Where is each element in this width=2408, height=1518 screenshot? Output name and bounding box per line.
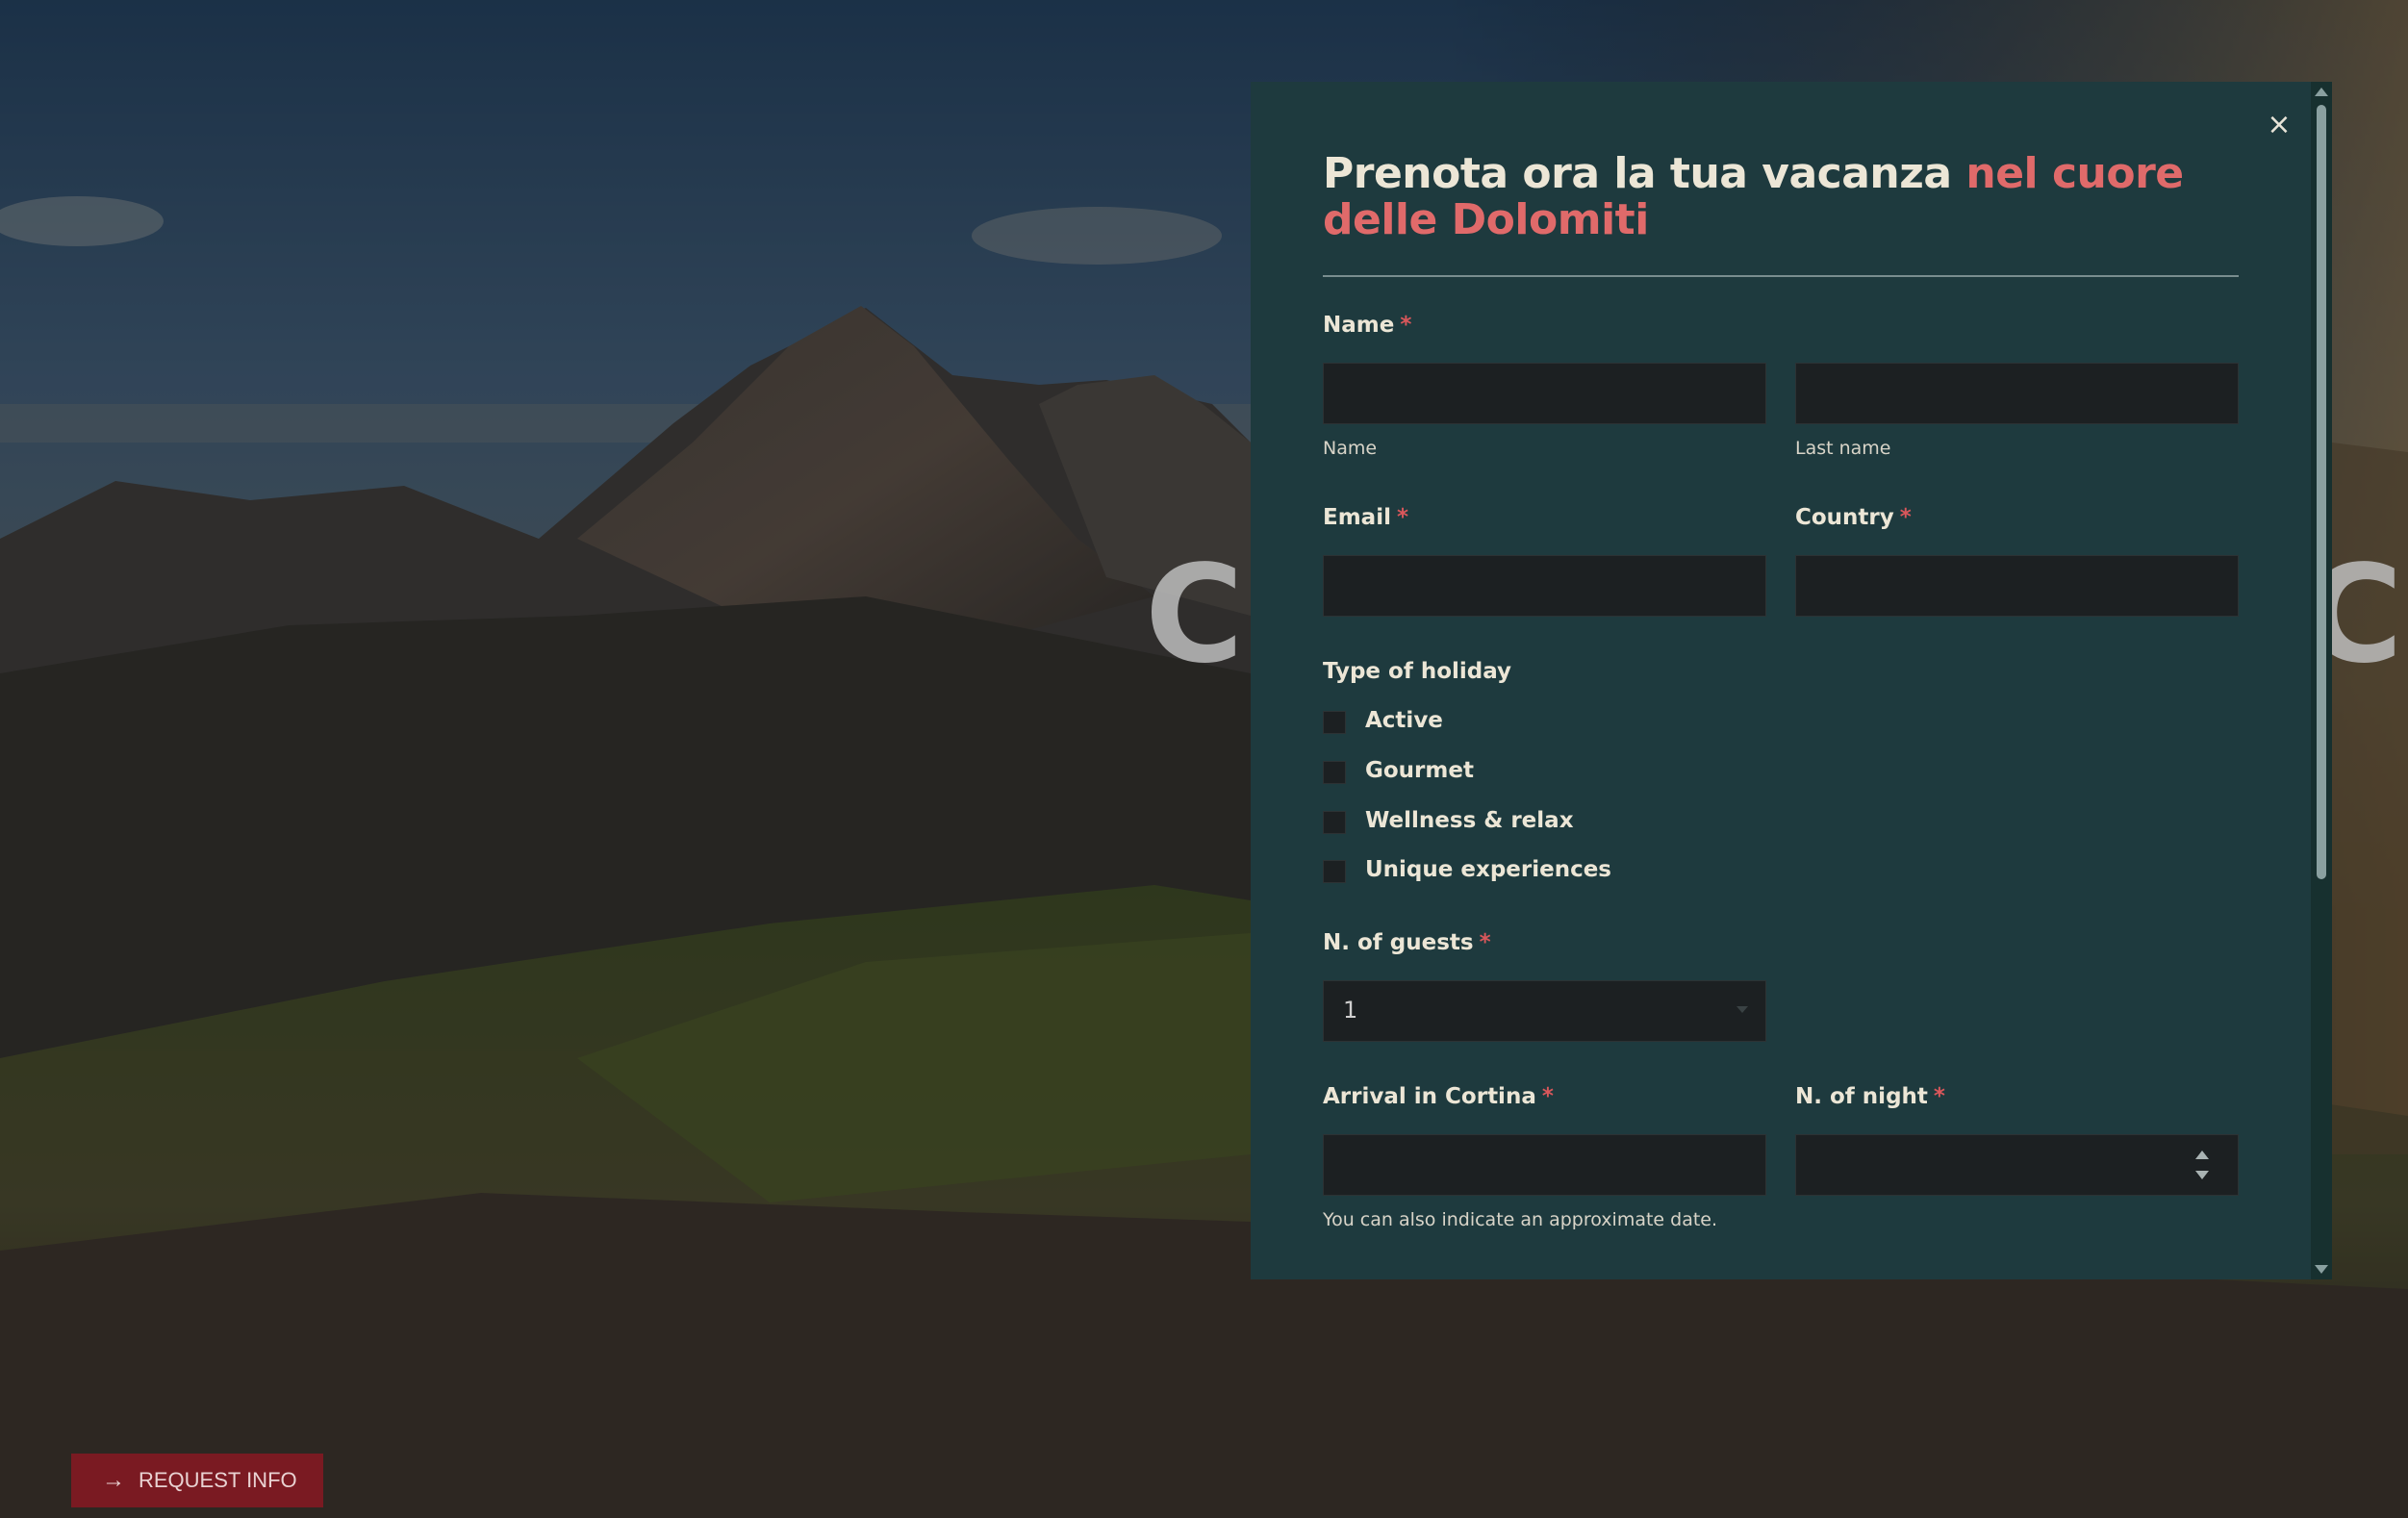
holiday-type-label: Type of holiday xyxy=(1323,659,1512,684)
country-label: Country * xyxy=(1795,505,1912,530)
checkbox[interactable] xyxy=(1323,711,1346,734)
required-mark: * xyxy=(1933,1084,1945,1109)
request-info-button[interactable]: → REQUEST INFO xyxy=(71,1454,323,1507)
last-name-input[interactable] xyxy=(1795,363,2239,424)
country-input[interactable] xyxy=(1795,555,2239,617)
holiday-option-unique[interactable]: Unique experiences xyxy=(1323,856,1611,883)
holiday-option-label: Active xyxy=(1365,708,1443,733)
guests-select-value: 1 xyxy=(1343,997,1358,1024)
first-name-sublabel: Name xyxy=(1323,438,1378,459)
holiday-option-active[interactable]: Active xyxy=(1323,707,1443,734)
arrival-hint: You can also indicate an approximate dat… xyxy=(1323,1209,1718,1230)
scroll-up-icon[interactable] xyxy=(2315,88,2328,96)
modal-content: Prenota ora la tua vacanza nel cuore del… xyxy=(1323,82,2239,277)
booking-modal: × Prenota ora la tua vacanza nel cuore d… xyxy=(1251,82,2332,1279)
checkbox[interactable] xyxy=(1323,811,1346,834)
guests-label: N. of guests * xyxy=(1323,930,1491,955)
stepper-down-icon[interactable] xyxy=(2195,1171,2209,1179)
request-info-label: REQUEST INFO xyxy=(139,1468,297,1492)
name-label-text: Name xyxy=(1323,313,1395,338)
title-divider xyxy=(1323,275,2239,277)
email-label: Email * xyxy=(1323,505,1408,530)
arrow-right-icon: → xyxy=(102,1467,125,1493)
required-mark: * xyxy=(1396,505,1408,530)
arrival-label: Arrival in Cortina * xyxy=(1323,1084,1554,1109)
checkbox[interactable] xyxy=(1323,860,1346,883)
holiday-option-label: Gourmet xyxy=(1365,758,1474,783)
scrollbar-thumb[interactable] xyxy=(2317,105,2326,879)
hero-heading-fragment-left: C xyxy=(1145,537,1246,694)
required-mark: * xyxy=(1479,930,1491,955)
holiday-option-gourmet[interactable]: Gourmet xyxy=(1323,757,1474,784)
email-input[interactable] xyxy=(1323,555,1766,617)
scroll-down-icon[interactable] xyxy=(2315,1265,2328,1274)
arrival-label-text: Arrival in Cortina xyxy=(1323,1084,1536,1109)
stepper-up-icon[interactable] xyxy=(2195,1151,2209,1159)
email-label-text: Email xyxy=(1323,505,1391,530)
holiday-option-label: Wellness & relax xyxy=(1365,808,1574,833)
chevron-down-icon xyxy=(1736,1006,1748,1013)
nights-number-input[interactable] xyxy=(1795,1134,2239,1196)
country-label-text: Country xyxy=(1795,505,1894,530)
arrival-date-input[interactable] xyxy=(1323,1134,1766,1196)
required-mark: * xyxy=(1400,313,1412,338)
modal-title: Prenota ora la tua vacanza nel cuore del… xyxy=(1323,151,2239,243)
required-mark: * xyxy=(1899,505,1912,530)
close-icon[interactable]: × xyxy=(2263,109,2295,141)
title-main: Prenota ora la tua vacanza xyxy=(1323,149,1966,198)
guests-label-text: N. of guests xyxy=(1323,930,1474,955)
name-label: Name * xyxy=(1323,313,1411,338)
first-name-input[interactable] xyxy=(1323,363,1766,424)
checkbox[interactable] xyxy=(1323,761,1346,784)
guests-select[interactable]: 1 xyxy=(1323,980,1766,1042)
modal-scrollbar[interactable] xyxy=(2311,82,2332,1279)
required-mark: * xyxy=(1541,1084,1554,1109)
holiday-option-label: Unique experiences xyxy=(1365,857,1611,882)
nights-label: N. of night * xyxy=(1795,1084,1945,1109)
number-stepper[interactable] xyxy=(2195,1149,2209,1181)
last-name-sublabel: Last name xyxy=(1795,438,1891,459)
holiday-option-wellness[interactable]: Wellness & relax xyxy=(1323,807,1574,834)
nights-label-text: N. of night xyxy=(1795,1084,1928,1109)
